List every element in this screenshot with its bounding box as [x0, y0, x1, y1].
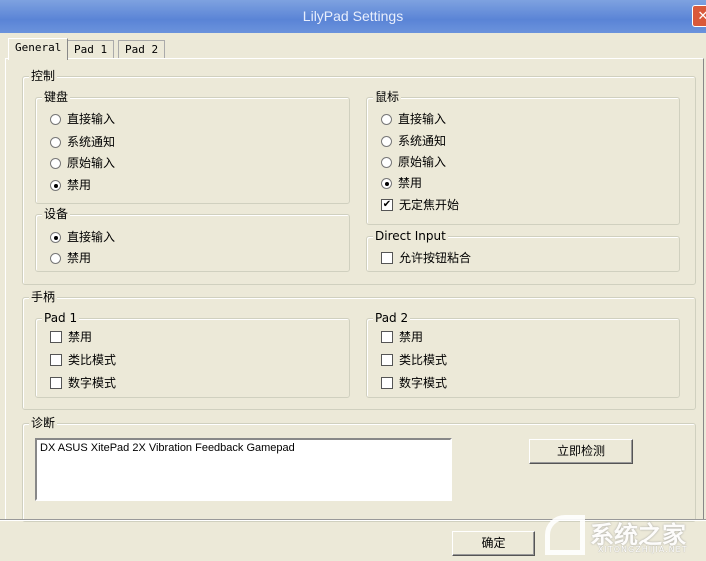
title-bar: LilyPad Settings ✕: [0, 0, 706, 33]
pad2-digital-checkbox[interactable]: 数字模式: [381, 375, 447, 391]
pad2-label: Pad 2: [373, 310, 411, 326]
option-label: 数字模式: [399, 376, 448, 390]
pad1-digital-checkbox[interactable]: 数字模式: [50, 375, 116, 391]
radio[interactable]: [50, 231, 61, 243]
checkmark-icon[interactable]: ✔: [381, 199, 393, 211]
option-label: 直接输入: [398, 112, 447, 126]
radio[interactable]: [381, 113, 392, 125]
option-label: 禁用: [67, 251, 92, 265]
option-label: 禁用: [398, 176, 423, 190]
checkbox[interactable]: [381, 354, 393, 366]
option-label: 原始输入: [67, 156, 116, 170]
radio[interactable]: [381, 156, 392, 168]
checkbox[interactable]: [50, 377, 62, 389]
pad1-analog-checkbox[interactable]: 类比模式: [50, 352, 116, 368]
checkbox[interactable]: [381, 377, 393, 389]
radio[interactable]: [50, 136, 61, 148]
mouse-label: 鼠标: [373, 89, 402, 105]
keyboard-group: 键盘 直接输入 系统通知 原始输入 禁用: [35, 89, 350, 204]
control-label: 控制: [29, 68, 58, 84]
keyboard-option-raw[interactable]: 原始输入: [50, 155, 115, 171]
radio[interactable]: [50, 252, 61, 264]
watermark-url: XITONGZHIJIA.NET: [598, 545, 688, 554]
radio[interactable]: [50, 179, 61, 191]
pad1-group: Pad 1 禁用 类比模式 数字模式: [35, 310, 350, 398]
option-label: 禁用: [68, 330, 93, 344]
option-label: 禁用: [399, 330, 424, 344]
keyboard-option-disable[interactable]: 禁用: [50, 177, 91, 193]
option-label: 原始输入: [398, 155, 447, 169]
option-label: 系统通知: [67, 135, 116, 149]
option-label: 数字模式: [68, 376, 117, 390]
checkbox[interactable]: [50, 331, 62, 343]
mouse-option-raw[interactable]: 原始输入: [381, 154, 446, 170]
mouse-option-disable[interactable]: 禁用: [381, 175, 422, 191]
device-group: 设备 直接输入 禁用: [35, 206, 350, 272]
radio[interactable]: [381, 177, 392, 189]
option-label: 禁用: [67, 178, 92, 192]
option-label: 直接输入: [67, 112, 116, 126]
option-label: 直接输入: [67, 230, 116, 244]
pad2-group: Pad 2 禁用 类比模式 数字模式: [366, 310, 680, 398]
mouse-option-notify[interactable]: 系统通知: [381, 133, 446, 149]
checkbox[interactable]: [381, 331, 393, 343]
diagnostics-label: 诊断: [29, 415, 58, 431]
detect-button[interactable]: 立即检测: [529, 439, 633, 464]
pad2-disable-checkbox[interactable]: 禁用: [381, 329, 423, 345]
option-label: 类比模式: [399, 353, 448, 367]
device-label: 设备: [42, 206, 71, 222]
pad1-disable-checkbox[interactable]: 禁用: [50, 329, 92, 345]
radio[interactable]: [50, 113, 61, 125]
checkbox[interactable]: [381, 252, 393, 264]
mouse-option-direct[interactable]: 直接输入: [381, 111, 446, 127]
device-option-disable[interactable]: 禁用: [50, 250, 91, 266]
close-button[interactable]: ✕: [692, 5, 706, 27]
keyboard-option-direct[interactable]: 直接输入: [50, 111, 115, 127]
option-label: 允许按钮粘合: [399, 251, 472, 265]
watermark-logo-icon: [545, 515, 585, 555]
option-label: 类比模式: [68, 353, 117, 367]
tab-general[interactable]: General: [8, 38, 69, 60]
pad1-label: Pad 1: [42, 310, 80, 326]
checkbox[interactable]: [50, 354, 62, 366]
radio[interactable]: [50, 157, 61, 169]
tab-pad1[interactable]: Pad 1: [67, 40, 115, 59]
tab-pad2[interactable]: Pad 2: [118, 40, 166, 59]
mouse-unfocused-start-checkbox[interactable]: ✔ 无定焦开始: [381, 197, 459, 213]
device-list[interactable]: DX ASUS XitePad 2X Vibration Feedback Ga…: [35, 438, 452, 501]
direct-input-label: Direct Input: [373, 228, 448, 244]
option-label: 无定焦开始: [399, 198, 460, 212]
ok-button[interactable]: 确定: [452, 531, 535, 556]
keyboard-option-notify[interactable]: 系统通知: [50, 134, 115, 150]
device-option-direct[interactable]: 直接输入: [50, 229, 115, 245]
allow-button-binding-checkbox[interactable]: 允许按钮粘合: [381, 250, 471, 266]
window-title: LilyPad Settings: [302, 8, 404, 24]
mouse-group: 鼠标 直接输入 系统通知 原始输入 禁用 ✔ 无定焦开始: [366, 89, 680, 225]
radio[interactable]: [381, 135, 392, 147]
gamepad-label: 手柄: [29, 289, 58, 305]
direct-input-group: Direct Input 允许按钮粘合: [366, 228, 680, 272]
keyboard-label: 键盘: [42, 89, 71, 105]
option-label: 系统通知: [398, 134, 447, 148]
pad2-analog-checkbox[interactable]: 类比模式: [381, 352, 447, 368]
